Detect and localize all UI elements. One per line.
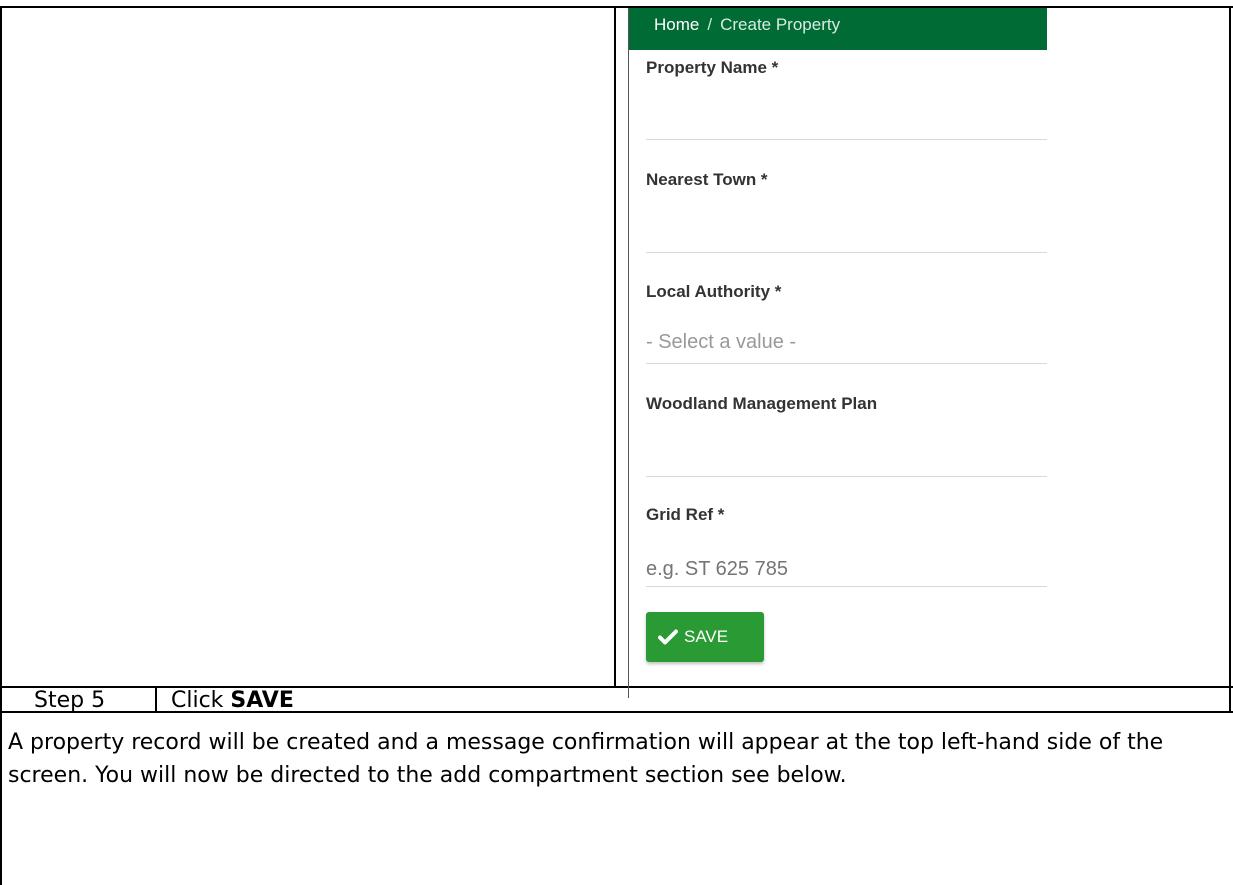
property-name-label: Property Name *	[646, 58, 779, 77]
woodland-plan-label: Woodland Management Plan	[646, 394, 878, 413]
step-description: A property record will be created and a …	[8, 730, 1164, 788]
checkmark-icon	[658, 629, 678, 645]
save-button-label: SAVE	[684, 627, 729, 646]
step-instruction-prefix: Click	[171, 688, 231, 713]
screenshot-border	[628, 8, 629, 698]
nearest-town-label: Nearest Town *	[646, 170, 768, 189]
step-cell-divider	[155, 686, 157, 711]
grid-ref-input[interactable]	[646, 553, 1047, 587]
image-cell-divider	[614, 6, 616, 687]
step-instruction-save: SAVE	[230, 688, 294, 713]
local-authority-select[interactable]: - Select a value -	[646, 327, 1047, 364]
grid-ref-label: Grid Ref *	[646, 505, 725, 524]
step-instruction: Click SAVE	[171, 686, 294, 716]
table-left-border	[0, 6, 2, 885]
breadcrumb-separator: /	[707, 15, 713, 34]
nearest-town-input[interactable]	[646, 219, 1047, 253]
breadcrumb-home-link[interactable]: Home	[654, 15, 699, 34]
breadcrumb: Home / Create Property	[629, 8, 1047, 50]
local-authority-label: Local Authority *	[646, 282, 782, 301]
woodland-plan-input[interactable]	[646, 443, 1047, 477]
property-name-input[interactable]	[646, 106, 1047, 140]
table-top-border	[0, 6, 1233, 8]
breadcrumb-current: Create Property	[720, 15, 841, 34]
step-number: Step 5	[34, 688, 106, 713]
table-right-border	[1229, 6, 1231, 711]
save-button[interactable]: SAVE	[646, 612, 764, 662]
